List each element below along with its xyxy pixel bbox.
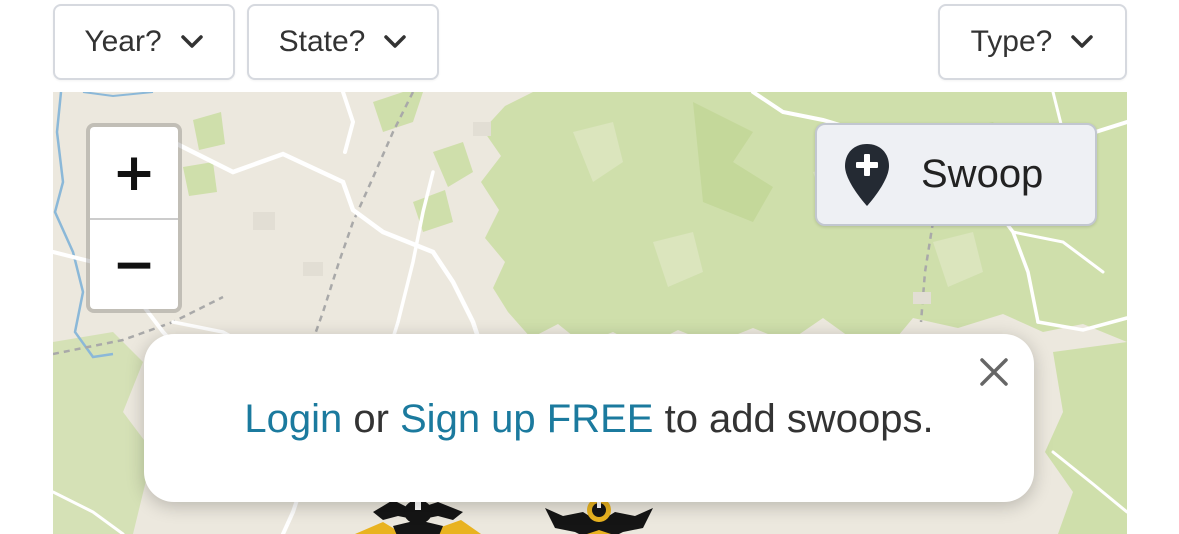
year-filter-label: Year?: [84, 25, 162, 58]
zoom-in-button[interactable]: +: [90, 127, 178, 218]
popup-suffix-text: to add swoops.: [653, 396, 934, 441]
map[interactable]: + − Swoop Login or Sign up FREE to add s…: [53, 92, 1127, 534]
popup-message: Login or Sign up FREE to add swoops.: [244, 397, 933, 442]
swoop-button-label: Swoop: [921, 152, 1044, 196]
chevron-down-icon: [180, 35, 203, 48]
close-icon[interactable]: [976, 354, 1012, 390]
login-link[interactable]: Login: [244, 397, 342, 441]
signup-link[interactable]: Sign up FREE: [400, 397, 653, 441]
state-filter-label: State?: [278, 25, 366, 58]
type-filter-dropdown[interactable]: Type?: [938, 4, 1127, 80]
popup-or-text: or: [342, 396, 400, 441]
zoom-out-button[interactable]: −: [90, 218, 178, 309]
login-prompt-popup: Login or Sign up FREE to add swoops.: [144, 334, 1034, 502]
state-filter-dropdown[interactable]: State?: [247, 4, 439, 80]
year-filter-dropdown[interactable]: Year?: [53, 4, 235, 80]
add-location-pin-icon: [845, 143, 889, 206]
type-filter-label: Type?: [970, 25, 1053, 58]
add-swoop-button[interactable]: Swoop: [815, 123, 1097, 226]
chevron-down-icon: [384, 35, 407, 48]
chevron-down-icon: [1071, 35, 1094, 48]
zoom-control: + −: [86, 123, 182, 313]
